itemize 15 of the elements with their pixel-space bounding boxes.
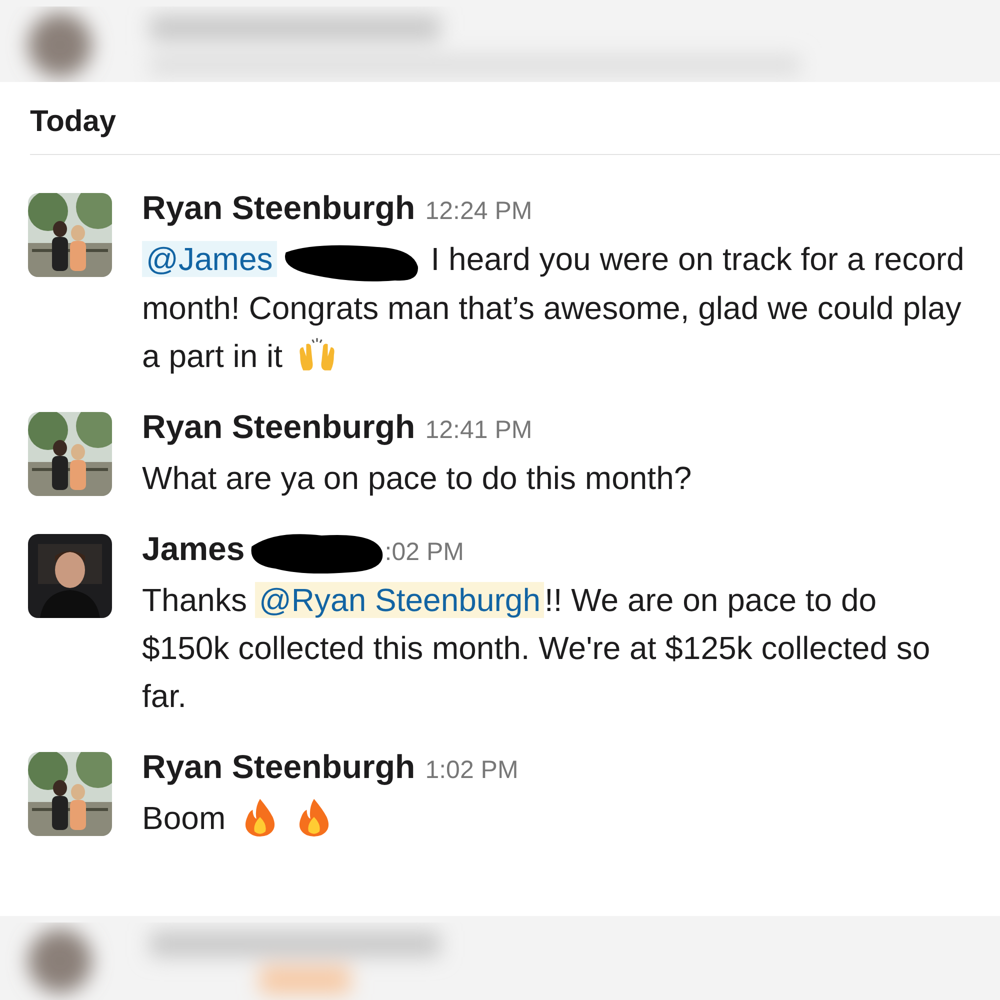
message-text: @James I heard you were on track for a record month! Congrats man that’s awesome, glad we could play a part in it bbox=[142, 238, 966, 377]
author-name[interactable]: James bbox=[142, 530, 245, 568]
day-divider-label: Today bbox=[29, 104, 116, 140]
message-text: Boom bbox=[142, 794, 972, 842]
timestamp[interactable]: :02 PM bbox=[384, 538, 464, 567]
user-mention[interactable]: @James bbox=[142, 241, 277, 277]
timestamp[interactable]: 12:41 PM bbox=[425, 416, 532, 445]
author-name[interactable]: Ryan Steenburgh bbox=[142, 189, 416, 227]
author-name[interactable]: Ryan Steenburgh bbox=[142, 408, 416, 446]
timestamp[interactable]: 12:24 PM bbox=[425, 197, 532, 226]
message-text: What are ya on pace to do this month? bbox=[142, 458, 693, 498]
user-mention[interactable]: @Ryan Steenburgh bbox=[254, 582, 544, 618]
timestamp[interactable]: 1:02 PM bbox=[425, 756, 518, 785]
author-name[interactable]: Ryan Steenburgh bbox=[142, 748, 416, 786]
message-text: Thanks @Ryan Steenburgh!! We are on pace to do $150k collected this month. We're at $125k collected so far. bbox=[142, 580, 932, 716]
